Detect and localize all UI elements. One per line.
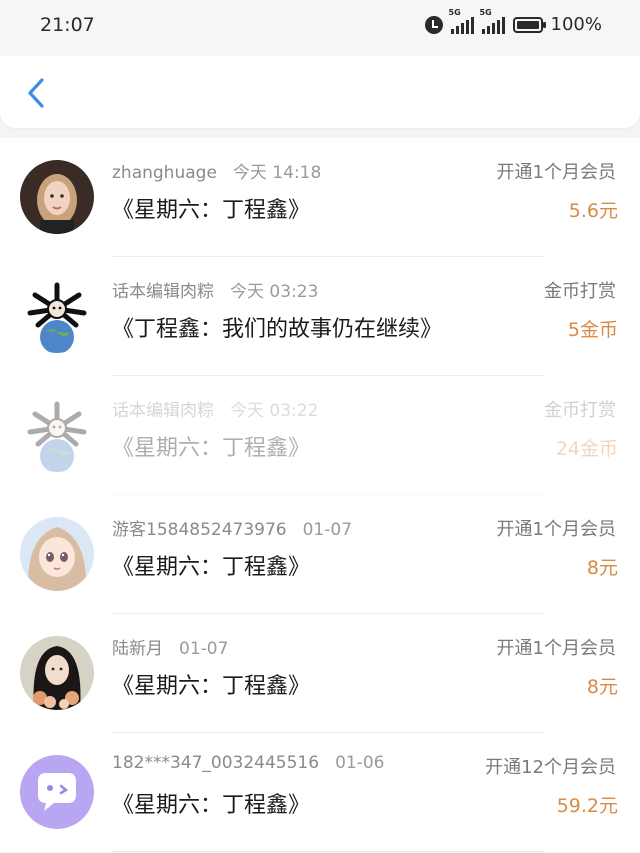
reward-record-list: zhanghuage 今天 14:18 《星期六：丁程鑫》 开通1个月会员 5.6… <box>0 138 640 852</box>
record-meta: 陆新月 01-07 <box>112 634 228 659</box>
record-row[interactable]: zhanghuage 今天 14:18 《星期六：丁程鑫》 开通1个月会员 5.6… <box>0 138 640 257</box>
story-title: 《星期六：丁程鑫》 <box>112 555 311 580</box>
record-type: 开通1个月会员 <box>496 519 616 540</box>
girl-portrait-avatar[interactable] <box>20 160 94 234</box>
record-row[interactable]: 陆新月 01-07 《星期六：丁程鑫》 开通1个月会员 8元 <box>0 614 640 733</box>
chat-bubble-avatar[interactable] <box>20 755 94 829</box>
story-title: 《丁程鑫：我们的故事仍在继续》 <box>112 317 443 342</box>
earth-mascot-avatar[interactable] <box>20 279 94 353</box>
signal-icon: 5G <box>449 8 474 34</box>
user-name[interactable]: 游客1584852473976 <box>112 520 287 540</box>
record-type: 开通12个月会员 <box>485 757 616 778</box>
record-amount: 8元 <box>586 557 618 579</box>
network-type-label: 5G <box>479 7 492 17</box>
earth-mascot-avatar[interactable] <box>20 398 94 472</box>
record-time: 01-07 <box>179 639 229 659</box>
record-row[interactable]: 游客1584852473976 01-07 《星期六：丁程鑫》 开通1个月会员 8… <box>0 495 640 614</box>
record-type: 金币打赏 <box>544 400 616 421</box>
story-title: 《星期六：丁程鑫》 <box>112 436 311 461</box>
record-amount: 8元 <box>586 676 618 698</box>
back-arrow-icon[interactable] <box>24 76 52 110</box>
user-name[interactable]: 陆新月 <box>112 639 163 659</box>
row-divider <box>112 851 544 852</box>
story-title: 《星期六：丁程鑫》 <box>112 198 311 223</box>
record-amount: 59.2元 <box>556 795 618 817</box>
record-row[interactable]: 182***347_0032445516 01-06 《星期六：丁程鑫》 开通12… <box>0 733 640 852</box>
top-nav-bar <box>0 56 640 128</box>
record-amount: 5.6元 <box>568 200 618 222</box>
record-time: 今天 03:23 <box>230 282 319 302</box>
record-time: 今天 14:18 <box>232 163 322 183</box>
network-type-label: 5G <box>448 7 461 17</box>
girl-flowers-avatar[interactable] <box>20 636 94 710</box>
record-meta: 话本编辑肉粽 今天 03:23 <box>112 277 318 302</box>
record-meta: 182***347_0032445516 01-06 <box>112 753 384 773</box>
record-type: 开通1个月会员 <box>496 162 616 183</box>
record-time: 01-07 <box>302 520 353 540</box>
record-amount: 5金币 <box>567 319 618 341</box>
story-title: 《星期六：丁程鑫》 <box>112 793 311 818</box>
battery-icon <box>512 16 546 33</box>
record-type: 金币打赏 <box>544 281 616 302</box>
status-bar: 21:07 5G 5G 100% <box>0 0 640 56</box>
battery-percent: 100% <box>550 14 602 35</box>
record-meta: 游客1584852473976 01-07 <box>112 515 352 540</box>
record-row[interactable]: 话本编辑肉粽 今天 03:22 《星期六：丁程鑫》 金币打赏 24金币 <box>0 376 640 495</box>
record-row[interactable]: 话本编辑肉粽 今天 03:23 《丁程鑫：我们的故事仍在继续》 金币打赏 5金币 <box>0 257 640 376</box>
record-meta: zhanghuage 今天 14:18 <box>112 158 321 183</box>
record-time: 今天 03:22 <box>230 401 319 421</box>
user-name[interactable]: 182***347_0032445516 <box>112 753 319 773</box>
record-time: 01-06 <box>335 753 385 773</box>
record-meta: 话本编辑肉粽 今天 03:22 <box>112 396 318 421</box>
user-name[interactable]: 话本编辑肉粽 <box>112 401 214 421</box>
alarm-icon <box>424 15 443 34</box>
status-icons: 5G 5G 100% <box>424 8 602 35</box>
user-name[interactable]: zhanghuage <box>112 163 217 183</box>
status-time: 21:07 <box>40 14 95 36</box>
signal-icon: 5G <box>480 8 505 34</box>
user-name[interactable]: 话本编辑肉粽 <box>112 282 214 302</box>
story-title: 《星期六：丁程鑫》 <box>112 674 311 699</box>
anime-girl-avatar[interactable] <box>20 517 94 591</box>
record-amount: 24金币 <box>555 438 618 460</box>
record-type: 开通1个月会员 <box>496 638 616 659</box>
